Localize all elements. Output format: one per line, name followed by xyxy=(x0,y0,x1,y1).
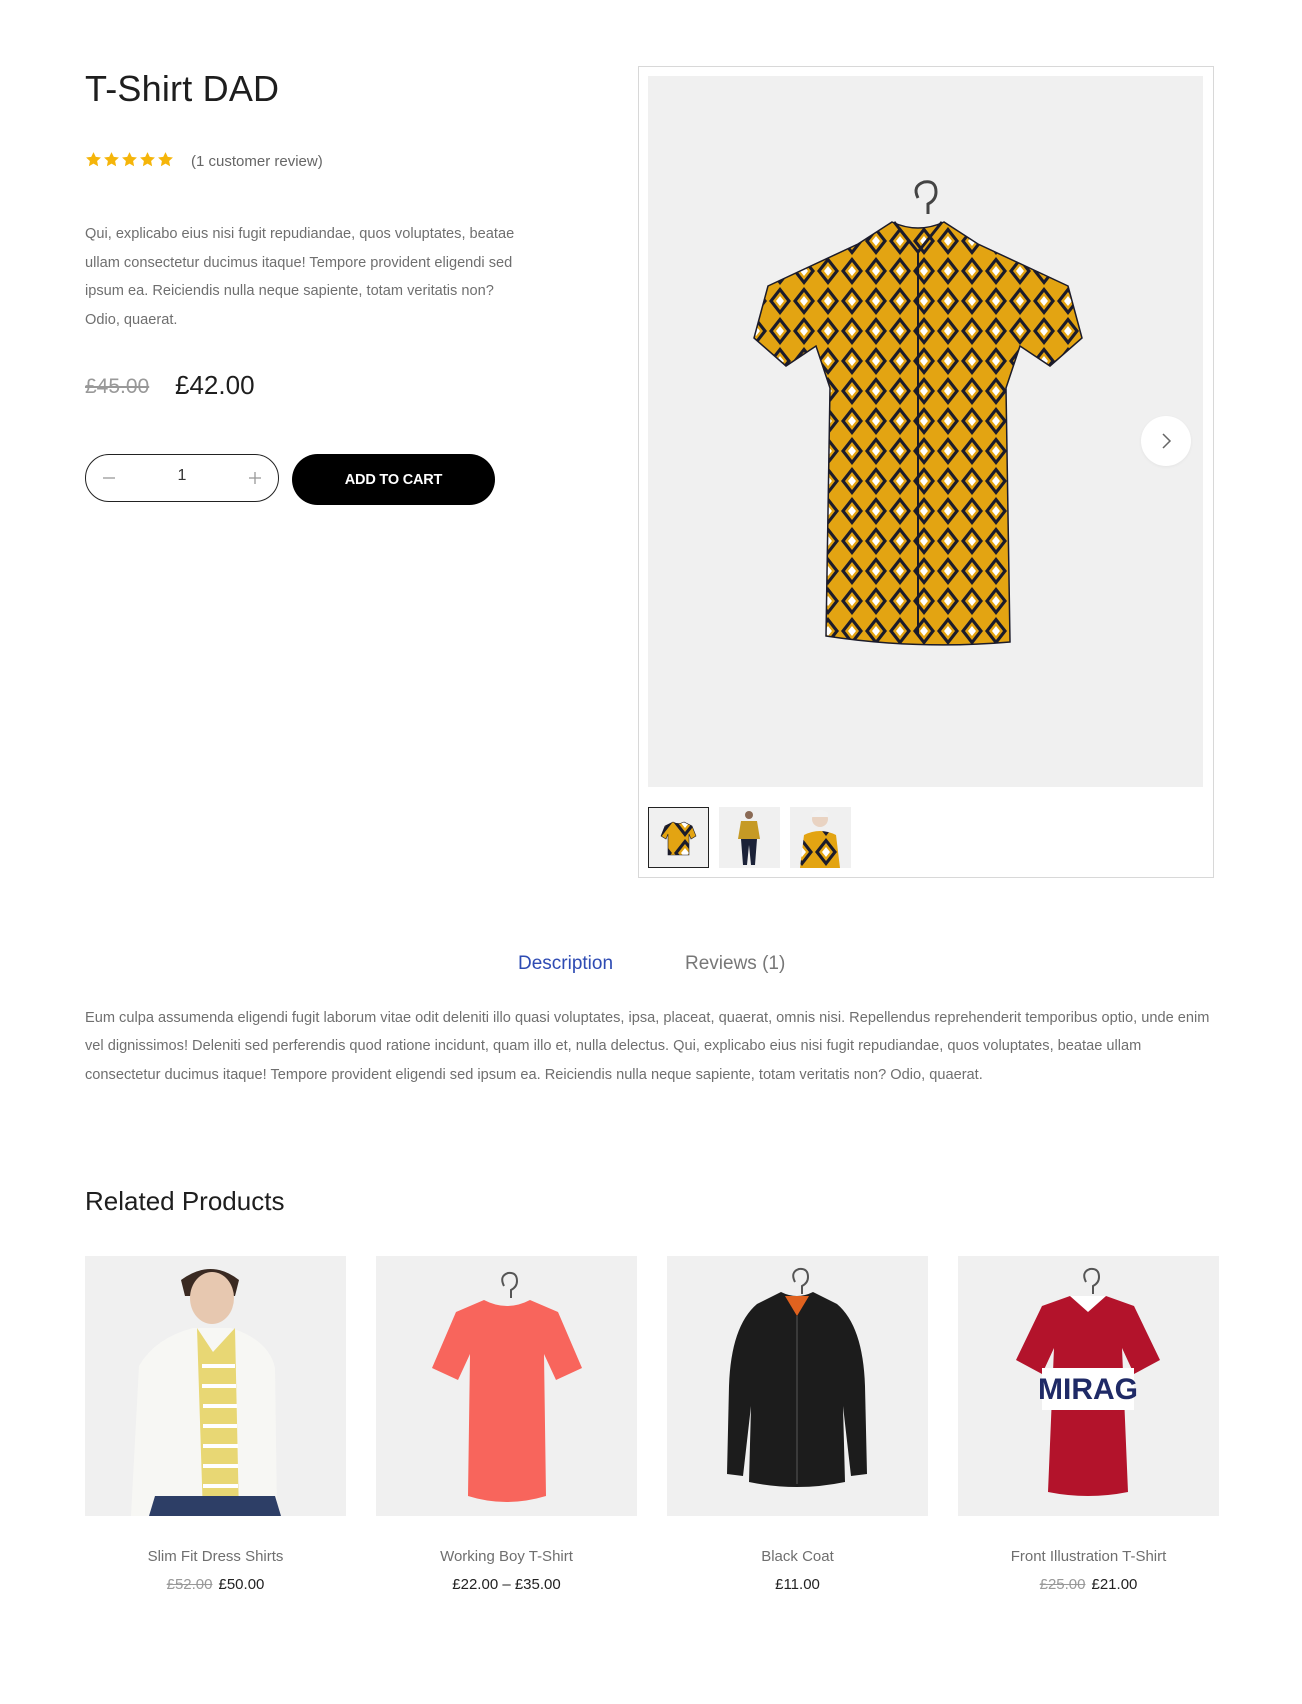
customer-review-link[interactable]: (1 customer review) xyxy=(191,153,323,170)
product-image[interactable] xyxy=(667,1256,928,1516)
quantity-stepper xyxy=(85,454,279,502)
product-image[interactable]: MIRAG xyxy=(958,1256,1219,1516)
main-product-image[interactable] xyxy=(648,76,1203,787)
thumbnail-strip xyxy=(648,807,851,868)
product-price: £22.00 – £35.00 xyxy=(376,1576,637,1593)
star-icon xyxy=(121,151,138,168)
product-card: Slim Fit Dress Shirts £52.00 £50.00 xyxy=(85,1256,346,1593)
next-image-button[interactable] xyxy=(1141,416,1191,466)
product-card: Working Boy T-Shirt £22.00 – £35.00 xyxy=(376,1256,637,1593)
star-icon xyxy=(157,151,174,168)
product-title: T-Shirt DAD xyxy=(85,68,280,109)
product-card: Black Coat £11.00 xyxy=(667,1256,928,1593)
current-price: £42.00 xyxy=(175,370,255,400)
product-gallery xyxy=(638,66,1214,878)
current-price: £21.00 xyxy=(1091,1576,1138,1593)
product-name[interactable]: Working Boy T-Shirt xyxy=(376,1548,637,1565)
chevron-right-icon xyxy=(1162,433,1172,449)
add-to-cart-button[interactable]: ADD TO CART xyxy=(292,454,495,505)
current-price: £22.00 – £35.00 xyxy=(452,1576,561,1593)
description-text: Eum culpa assumenda eligendi fugit labor… xyxy=(85,1010,1210,1083)
product-name[interactable]: Slim Fit Dress Shirts xyxy=(85,1548,346,1565)
product-image[interactable] xyxy=(376,1256,637,1516)
related-products-title: Related Products xyxy=(85,1186,285,1216)
product-price: £25.00 £21.00 xyxy=(958,1576,1219,1593)
current-price: £11.00 xyxy=(775,1576,820,1593)
star-rating xyxy=(85,151,174,168)
old-price: £52.00 xyxy=(166,1576,213,1593)
thumbnail-3[interactable] xyxy=(790,807,851,868)
quantity-input[interactable] xyxy=(146,467,218,485)
plus-icon[interactable] xyxy=(241,464,269,492)
product-image[interactable] xyxy=(85,1256,346,1516)
star-icon xyxy=(139,151,156,168)
shirt-print-text: MIRAG xyxy=(1038,1373,1138,1406)
minus-icon[interactable] xyxy=(95,464,123,492)
product-price: £11.00 xyxy=(667,1576,928,1593)
product-name[interactable]: Black Coat xyxy=(667,1548,928,1565)
old-price: £25.00 xyxy=(1039,1576,1086,1593)
short-description: Qui, explicabo eius nisi fugit repudiand… xyxy=(85,226,515,328)
star-icon xyxy=(103,151,120,168)
product-name[interactable]: Front Illustration T-Shirt xyxy=(958,1548,1219,1565)
tab-reviews[interactable]: Reviews (1) xyxy=(685,953,785,975)
product-card: MIRAG Front Illustration T-Shirt £25.00 £… xyxy=(958,1256,1219,1593)
thumbnail-2[interactable] xyxy=(719,807,780,868)
patterned-shirt-image xyxy=(753,180,1083,646)
product-price: £52.00 £50.00 xyxy=(85,1576,346,1593)
thumbnail-1[interactable] xyxy=(648,807,709,868)
old-price: £45.00 xyxy=(85,375,150,398)
star-icon xyxy=(85,151,102,168)
current-price: £50.00 xyxy=(218,1576,265,1593)
tab-description[interactable]: Description xyxy=(518,953,613,975)
